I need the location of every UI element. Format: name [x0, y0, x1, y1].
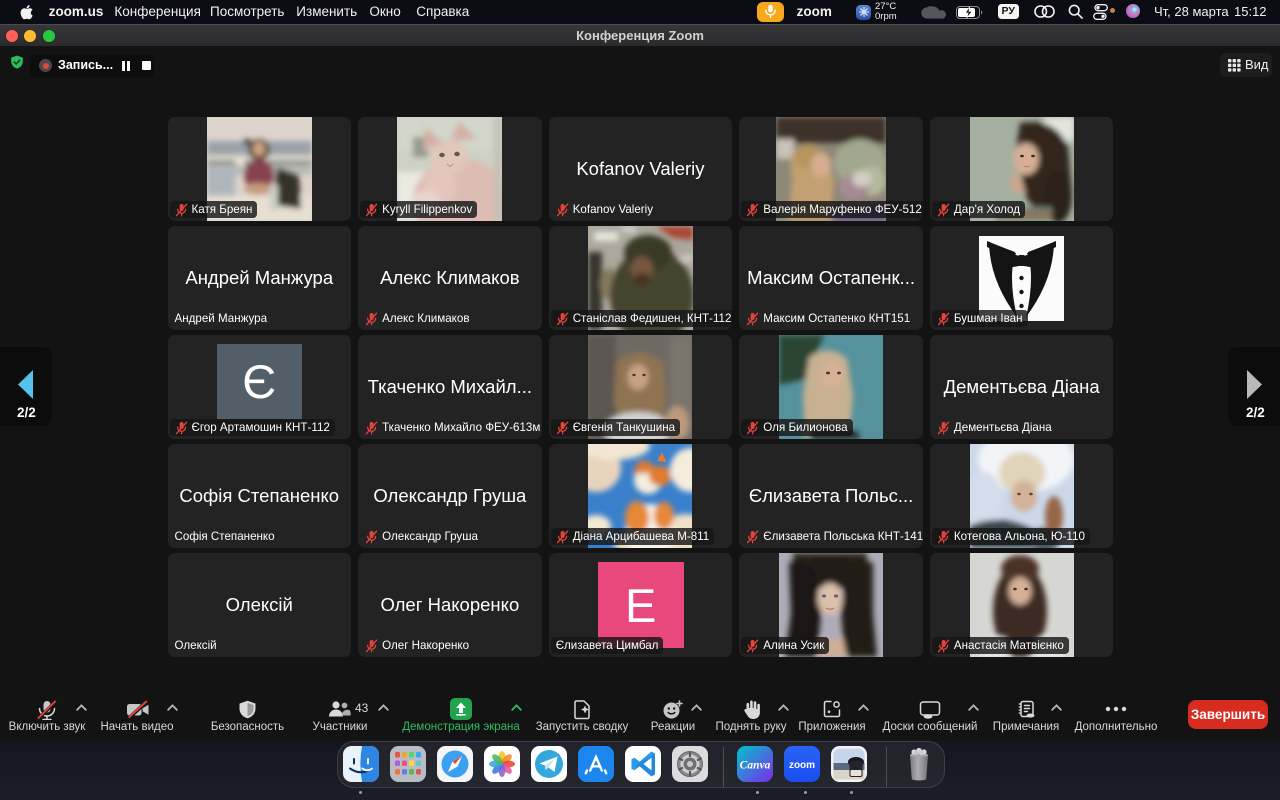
svg-text:Canva: Canva: [740, 759, 771, 771]
svg-text:zoom: zoom: [789, 760, 815, 771]
